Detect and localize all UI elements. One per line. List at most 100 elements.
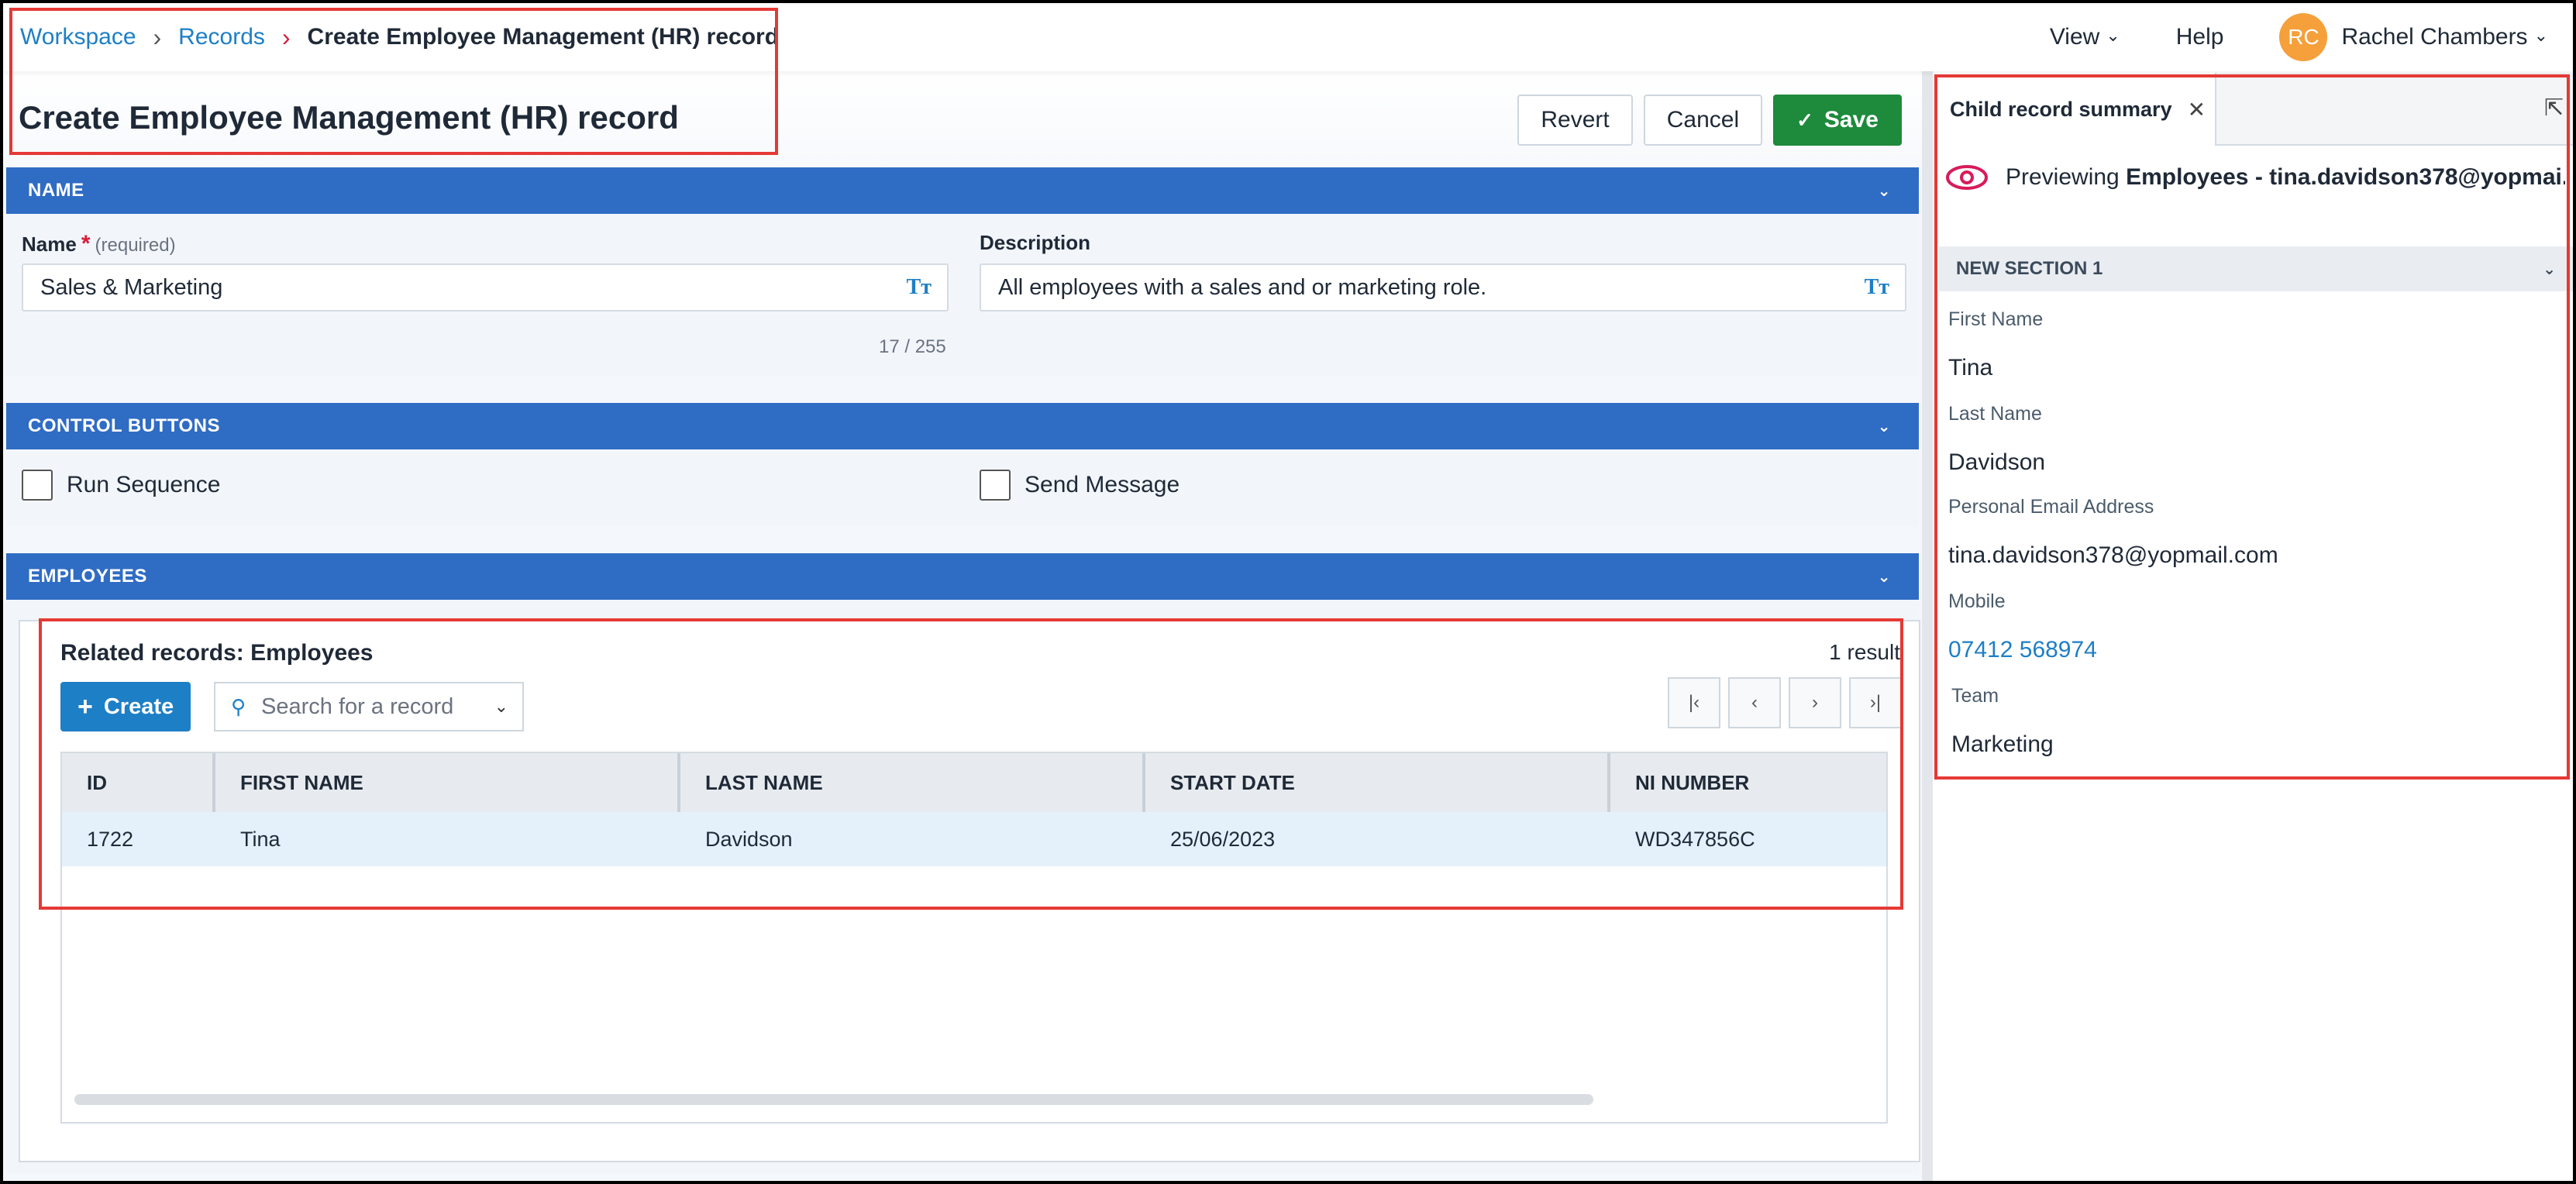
chevron-right-icon: › [153,22,162,51]
user-name: Rachel Chambers [2341,24,2528,50]
cell-start-date: 25/06/2023 [1170,827,1276,851]
email-label: Personal Email Address [1948,496,2154,518]
mobile-link[interactable]: 07412 568974 [1948,637,2097,663]
create-button-label: Create [103,694,174,719]
search-icon: ⚲ [231,694,246,718]
mobile-label: Mobile [1948,590,2006,612]
first-name-value: Tina [1948,355,1993,380]
preview-record: Employees - tina.davidson378@yopmai... [2126,164,2565,190]
name-input-value: Sales & Marketing [40,274,223,300]
related-records-title: Related records: Employees [60,640,374,666]
next-page-button[interactable]: › [1789,677,1841,728]
user-menu[interactable]: RC Rachel Chambers ⌄ [2279,13,2548,61]
check-icon: ✓ [1796,108,1813,132]
column-header-start-date[interactable]: START DATE [1145,753,1610,812]
top-bar: Workspace › Records › Create Employee Ma… [3,3,2573,71]
name-char-count: 17 / 255 [879,336,946,357]
column-header-first-name[interactable]: FIRST NAME [215,753,680,812]
section-header-control-buttons[interactable]: CONTROL BUTTONS ⌄ [6,403,1919,449]
description-input-value: All employees with a sales and or market… [998,274,1487,300]
section-body-name: Name * (required) Sales & Marketing Tт 17 … [6,214,1919,377]
chevron-down-icon: ⌄ [1877,418,1891,435]
checkbox[interactable] [980,470,1011,501]
last-name-value: Davidson [1948,449,2046,475]
tab-child-record-summary[interactable]: Child record summary ✕ [1933,73,2216,146]
view-menu[interactable]: View ⌄ [2050,24,2120,50]
section-title: NAME [28,180,84,201]
text-format-icon[interactable]: Tт [907,275,932,300]
panel-resize-handle[interactable] [1922,71,1933,1181]
pagination: |‹ ‹ › ›| [1668,677,1902,728]
save-button-label: Save [1824,107,1879,133]
related-records-panel: Related records: Employees 1 result + Cr… [19,620,1920,1162]
section-title: CONTROL BUTTONS [28,415,220,436]
help-menu-label: Help [2175,24,2224,50]
column-header-ni-number[interactable]: NI NUMBER [1610,753,1889,812]
avatar: RC [2279,13,2328,61]
team-value: Marketing [1951,731,2054,757]
record-search-input[interactable]: ⚲ Search for a record ⌄ [214,682,524,731]
breadcrumb: Workspace › Records › Create Employee Ma… [20,3,779,71]
name-input[interactable]: Sales & Marketing Tт [22,263,949,311]
employees-grid: ID FIRST NAME LAST NAME START DATE NI NU… [60,752,1888,1124]
popout-icon[interactable]: ⇱ [2544,95,2564,122]
run-sequence-checkbox[interactable]: Run Sequence [22,470,221,501]
name-label-text: Name [22,232,77,256]
send-message-checkbox[interactable]: Send Message [980,470,1180,501]
revert-button[interactable]: Revert [1517,95,1633,146]
breadcrumb-current: Create Employee Management (HR) record [307,24,780,50]
previous-page-button[interactable]: ‹ [1728,677,1781,728]
top-nav: View ⌄ Help RC Rachel Chambers ⌄ [2050,3,2548,71]
section-title: EMPLOYEES [28,566,147,587]
tab-label: Child record summary [1950,97,2172,121]
section-body-control-buttons: Run Sequence Send Message [6,449,1919,527]
column-header-id[interactable]: ID [62,753,215,812]
result-count: 1 result [1829,640,1900,664]
chevron-right-icon: › [281,22,291,51]
page-title: Create Employee Management (HR) record [19,99,679,136]
tab-strip: ⇱ [2216,73,2573,146]
chevron-down-icon: ⌄ [1877,568,1891,586]
chevron-down-icon: ⌄ [1877,182,1891,200]
chevron-down-icon: ⌄ [2533,26,2548,45]
description-field-label: Description [980,231,1091,254]
cancel-button[interactable]: Cancel [1643,95,1763,146]
breadcrumb-records[interactable]: Records [178,24,265,50]
chevron-down-icon: ⌄ [2106,26,2120,45]
section-header-employees[interactable]: EMPLOYEES ⌄ [6,553,1919,600]
last-page-button[interactable]: ›| [1849,677,1902,728]
chevron-down-icon: ⌄ [2543,260,2556,278]
eye-icon [1946,165,1988,190]
help-menu[interactable]: Help [2176,24,2224,50]
record-form: Create Employee Management (HR) record R… [3,71,1922,1181]
horizontal-scrollbar[interactable] [74,1094,1593,1105]
child-record-summary-panel: Child record summary ✕ ⇱ Previewing Empl… [1933,71,2573,1181]
preview-banner: Previewing Employees - tina.davidson378@… [1945,164,2565,191]
breadcrumb-workspace[interactable]: Workspace [20,24,136,50]
create-record-button[interactable]: + Create [60,682,191,731]
close-icon[interactable]: ✕ [2188,97,2206,122]
email-value: tina.davidson378@yopmail.com [1948,542,2278,568]
search-placeholder: Search for a record [261,694,454,719]
section-header-name[interactable]: NAME ⌄ [6,167,1919,214]
grid-header: ID FIRST NAME LAST NAME START DATE NI NU… [62,753,1886,812]
preview-prefix: Previewing [2006,164,2120,190]
cell-first-name: Tina [240,827,281,851]
form-actions: Revert Cancel ✓ Save [1517,95,1902,146]
required-note: (required) [95,235,176,256]
text-format-icon[interactable]: Tт [1865,275,1889,300]
section-title: NEW SECTION 1 [1956,258,2103,279]
column-header-last-name[interactable]: LAST NAME [680,753,1145,812]
first-name-label: First Name [1948,308,2044,330]
section-header-new-section-1[interactable]: NEW SECTION 1 ⌄ [1939,246,2573,291]
checkbox[interactable] [22,470,53,501]
cell-last-name: Davidson [705,827,793,851]
send-message-label: Send Message [1025,472,1180,497]
team-label: Team [1951,685,1999,707]
save-button[interactable]: ✓ Save [1773,95,1902,146]
first-page-button[interactable]: |‹ [1668,677,1720,728]
chevron-down-icon[interactable]: ⌄ [494,697,508,717]
description-input[interactable]: All employees with a sales and or market… [980,263,1906,311]
table-row[interactable]: 1722 Tina Davidson 25/06/2023 WD347856C [62,812,1886,866]
cell-ni-number: WD347856C [1635,827,1755,851]
